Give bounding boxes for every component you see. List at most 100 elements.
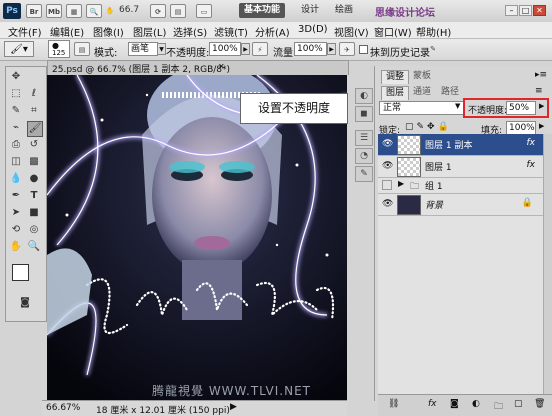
move-tool-icon[interactable]: ✥	[9, 70, 23, 84]
menu-help[interactable]: 帮助(H)	[416, 24, 451, 39]
hand-icon[interactable]: ✋	[102, 4, 118, 18]
zoom-tool-icon[interactable]: 🔍	[27, 240, 41, 254]
menu-layer[interactable]: 图层(L)	[133, 24, 166, 39]
airbrush-icon[interactable]: ✈	[339, 42, 355, 56]
mode-select[interactable]: 画笔	[128, 42, 158, 56]
maximize-button[interactable]: □	[519, 5, 532, 16]
grid-icon[interactable]: ▦	[66, 4, 82, 18]
zoom-icon[interactable]: 🔍	[86, 4, 102, 18]
3d-rotate-icon[interactable]: ⟲	[9, 223, 23, 237]
menu-filter[interactable]: 滤镜(T)	[214, 24, 248, 39]
menu-window[interactable]: 窗口(W)	[374, 24, 412, 39]
layers-menu-icon[interactable]: ≡	[535, 86, 543, 96]
link-layers-icon[interactable]: ⛓	[388, 399, 399, 409]
masks-panel-icon[interactable]: ◼	[355, 106, 373, 122]
layer-row[interactable]: 👁 图层 1 fx	[378, 156, 543, 178]
menu-file[interactable]: 文件(F)	[8, 24, 42, 39]
history-brush-icon[interactable]: ↺	[27, 138, 41, 152]
dodge-tool-icon[interactable]: ●	[27, 172, 41, 186]
menu-3d[interactable]: 3D(D)	[298, 24, 328, 35]
tab-adjustments[interactable]: 调整	[381, 70, 410, 84]
bridge-button[interactable]: Br	[26, 4, 42, 18]
eyedropper-icon[interactable]: ⌁	[9, 121, 23, 135]
menu-select[interactable]: 选择(S)	[173, 24, 207, 39]
brush-tool-icon[interactable]: 🖌	[27, 121, 43, 137]
type-tool-icon[interactable]: T	[27, 189, 41, 203]
fill-input[interactable]: 100%	[506, 121, 536, 135]
adjustment-layer-icon[interactable]: ◐	[472, 399, 480, 409]
tab-masks[interactable]: 蒙板	[409, 70, 435, 83]
mode-dropdown-icon[interactable]: ▼	[157, 43, 166, 55]
group-expand-icon[interactable]: ▶	[398, 179, 404, 188]
tab-channels[interactable]: 通道	[409, 86, 435, 99]
3d-camera-icon[interactable]: ◎	[27, 223, 41, 237]
quick-mask-icon[interactable]: ◙	[18, 296, 32, 310]
layers-scrollbar[interactable]	[543, 134, 552, 394]
visibility-eye-icon[interactable]: 👁	[382, 161, 393, 171]
status-zoom[interactable]: 66.67%	[46, 403, 80, 413]
menu-image[interactable]: 图像(I)	[93, 24, 124, 39]
layers-panel-icon[interactable]: ☰	[355, 130, 373, 146]
menu-view[interactable]: 视图(V)	[334, 24, 369, 39]
zoom-level[interactable]: 66.7	[119, 5, 139, 15]
shape-tool-icon[interactable]: ■	[27, 206, 41, 220]
rotate-view-icon[interactable]: ⟳	[150, 4, 166, 18]
quick-select-icon[interactable]: ✎	[9, 104, 23, 118]
close-button[interactable]: ✕	[533, 5, 546, 16]
visibility-empty-icon[interactable]	[382, 180, 392, 190]
path-select-icon[interactable]: ➤	[9, 206, 23, 220]
eraser-icon[interactable]: ◫	[9, 155, 23, 169]
lasso-tool-icon[interactable]: ℓ	[27, 87, 41, 101]
flow-input[interactable]: 100%	[294, 42, 327, 56]
layer-fx-icon[interactable]: fx	[527, 138, 536, 148]
status-menu-arrow-icon[interactable]: ▶	[230, 402, 237, 412]
new-group-icon[interactable]: 🗀	[494, 399, 503, 415]
tool-preset-picker[interactable]: 🖌▾	[4, 41, 34, 57]
blend-mode-dropdown-icon[interactable]: ▼	[455, 102, 460, 110]
workspace-painting[interactable]: 绘画	[330, 3, 358, 18]
paths-panel-icon[interactable]: ✎	[355, 166, 373, 182]
add-style-icon[interactable]: fx	[428, 399, 437, 409]
opacity-input[interactable]: 100%	[209, 42, 241, 56]
tablet-pressure-icon[interactable]: ⚡	[252, 42, 268, 56]
opacity-dropdown-icon[interactable]: ▶	[241, 43, 250, 55]
minimize-button[interactable]: –	[505, 5, 518, 16]
blend-mode-select[interactable]: 正常	[379, 101, 465, 115]
panel-menu-icon[interactable]: ▸≡	[535, 70, 547, 80]
workspace-design[interactable]: 设计	[296, 3, 324, 18]
layer-row[interactable]: ▶ 🗀 组 1	[378, 178, 543, 194]
delete-layer-icon[interactable]: 🗑	[534, 399, 545, 409]
adjustments-panel-icon[interactable]: ◐	[355, 88, 373, 104]
brush-panel-icon[interactable]: ▤	[74, 42, 90, 56]
pen-tool-icon[interactable]: ✒	[9, 189, 23, 203]
close-document-icon[interactable]: ✕	[218, 62, 225, 71]
mini-bridge-button[interactable]: Mb	[46, 4, 62, 18]
arrange-documents-icon[interactable]: ▤	[170, 4, 186, 18]
document-tab[interactable]: 25.psd @ 66.7% (图层 1 副本 2, RGB/8*) ✕	[47, 60, 349, 75]
visibility-eye-icon[interactable]: 👁	[382, 199, 393, 209]
erase-to-history-checkbox[interactable]	[359, 45, 368, 54]
menu-analysis[interactable]: 分析(A)	[255, 24, 290, 39]
screen-mode-icon[interactable]: ▭	[196, 4, 212, 18]
brush-preset-picker[interactable]: ● 125	[48, 40, 70, 58]
layer-fx-icon[interactable]: fx	[527, 160, 536, 170]
add-mask-icon[interactable]: ◙	[450, 399, 459, 409]
gradient-icon[interactable]: ▩	[27, 155, 41, 169]
workspace-essentials[interactable]: 基本功能	[239, 3, 286, 18]
foreground-color-swatch[interactable]	[12, 264, 29, 281]
hand-tool-icon[interactable]: ✋	[9, 240, 23, 254]
flow-dropdown-icon[interactable]: ▶	[327, 43, 336, 55]
channels-panel-icon[interactable]: ◔	[355, 148, 373, 164]
lock-icons[interactable]: ▢✎✥🔒	[405, 122, 452, 132]
tablet-size-icon[interactable]: ✎	[425, 42, 441, 56]
marquee-tool-icon[interactable]: ⬚	[9, 87, 23, 101]
tab-layers[interactable]: 图层	[381, 86, 410, 100]
visibility-eye-icon[interactable]: 👁	[382, 139, 393, 149]
fill-arrow-icon[interactable]: ▶	[539, 122, 544, 130]
layer-row[interactable]: 👁 图层 1 副本 fx	[378, 134, 543, 156]
menu-edit[interactable]: 编辑(E)	[50, 24, 84, 39]
layer-row[interactable]: 👁 背景 🔒	[378, 194, 543, 216]
blur-tool-icon[interactable]: 💧	[9, 172, 23, 186]
crop-tool-icon[interactable]: ⌗	[27, 104, 41, 118]
new-layer-icon[interactable]: ▢	[514, 399, 523, 409]
